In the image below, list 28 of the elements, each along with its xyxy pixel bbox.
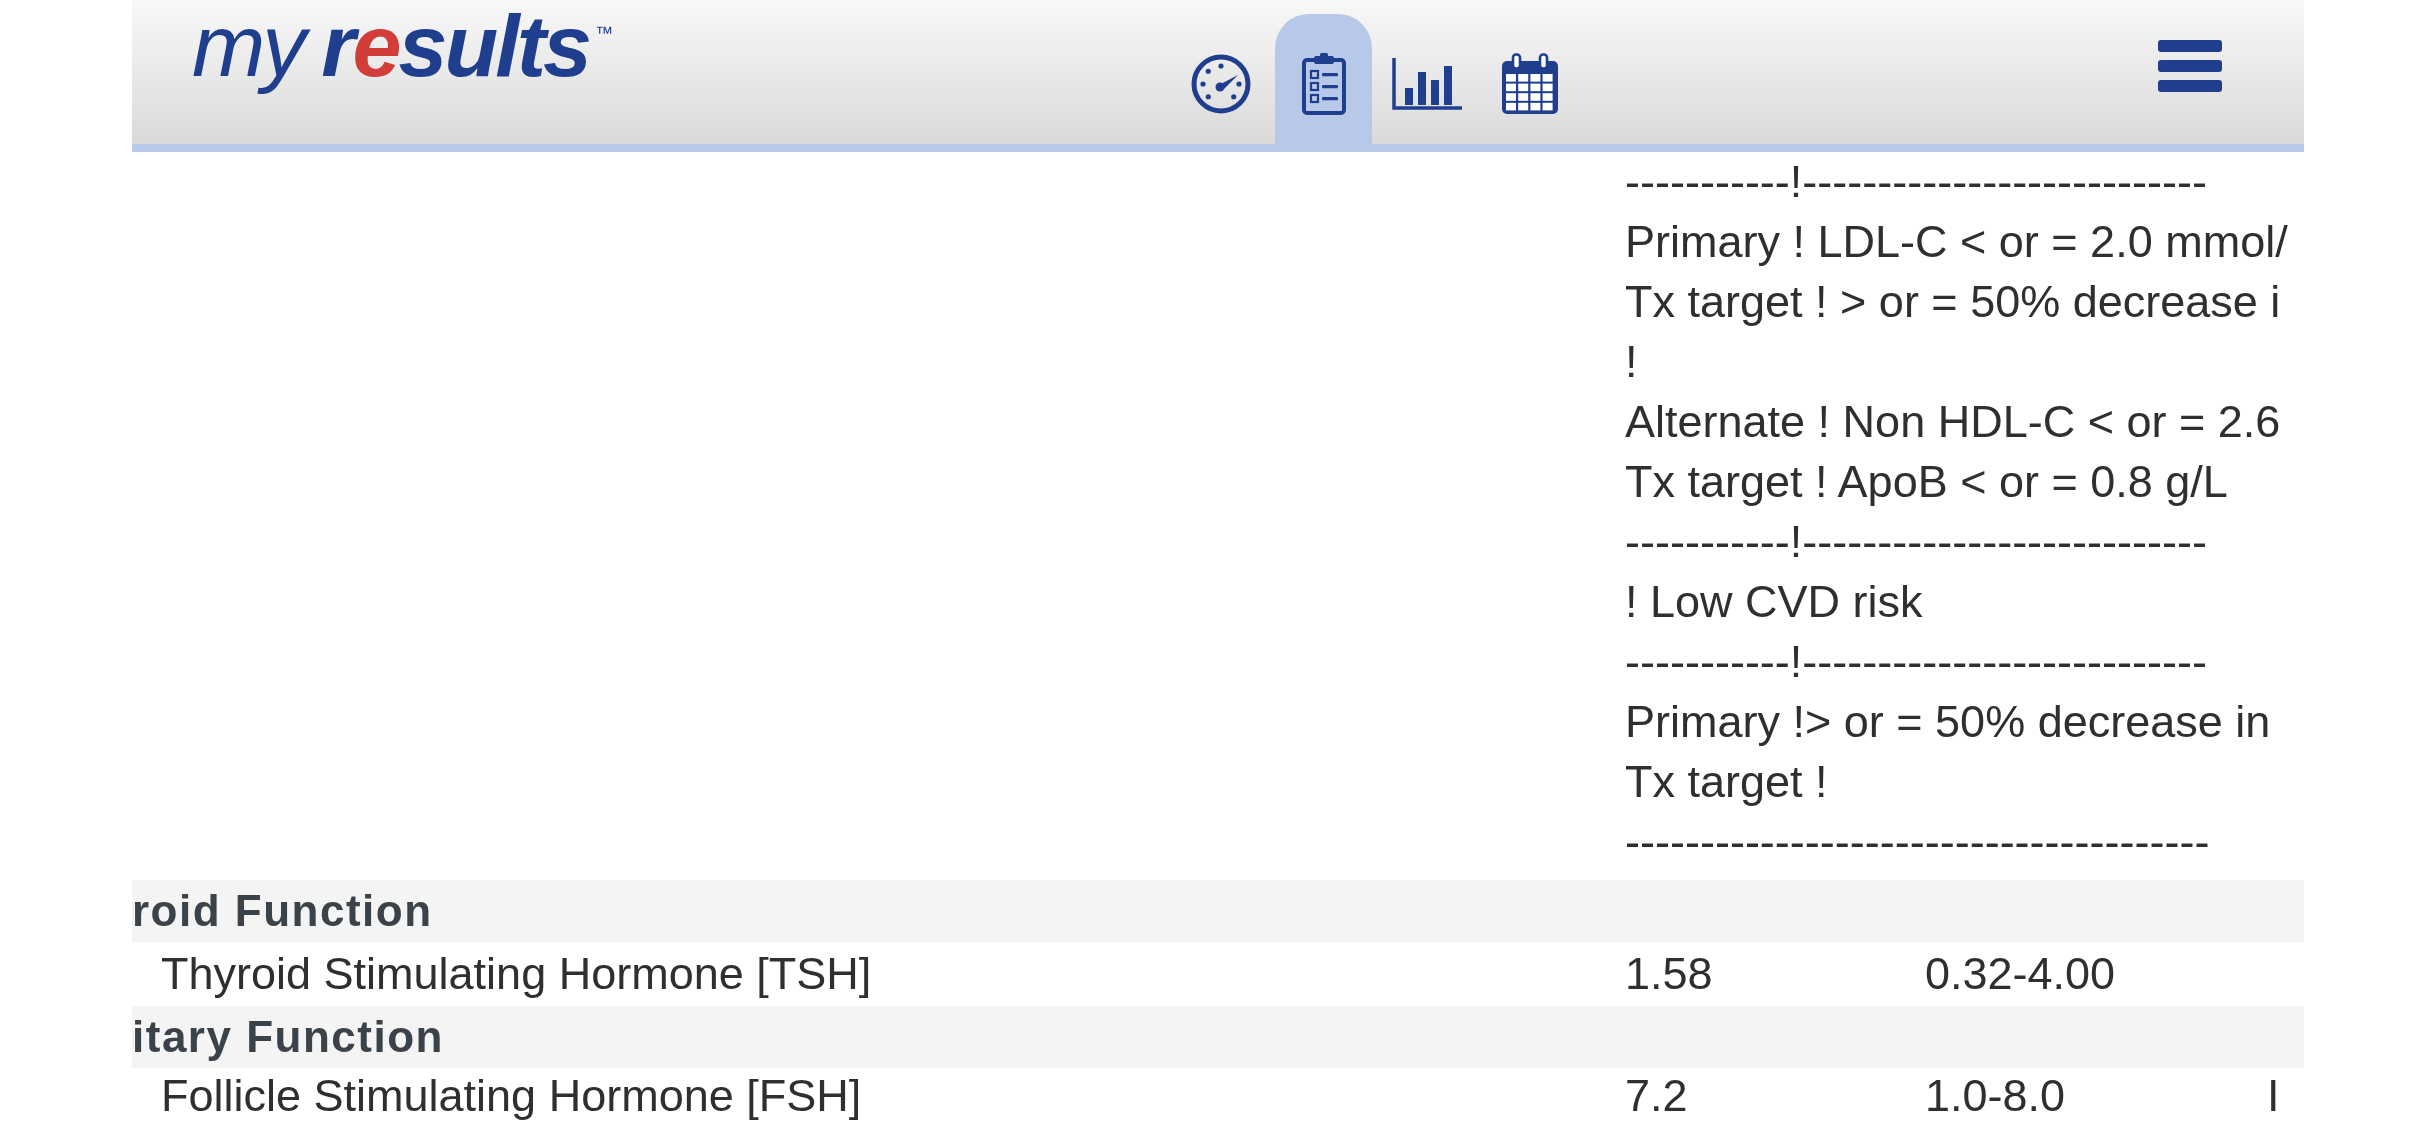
test-name: Thyroid Stimulating Hormone [TSH] <box>160 947 872 1001</box>
note-line: Primary ! LDL-C < or = 2.0 mmol/ <box>1625 215 2288 269</box>
range-text: 0.32-4.00 <box>1925 947 2116 1001</box>
menu-icon <box>2158 40 2222 92</box>
note-line: ! <box>1625 335 1638 389</box>
note-line: Tx target ! > or = 50% decrease i <box>1625 275 2281 329</box>
note-line: -----------!--------------------------- <box>1625 155 2207 209</box>
range-text: 1.0-8.0 <box>1925 1069 2066 1123</box>
test-name: Follicle Stimulating Hormone [FSH] <box>160 1069 862 1123</box>
menu-button[interactable] <box>2158 40 2222 92</box>
note-line: Tx target ! ApoB < or = 0.8 g/L <box>1625 455 2228 509</box>
note-line: -----------!--------------------------- <box>1625 635 2207 689</box>
bar-chart-icon <box>1391 58 1462 110</box>
note-line: ! Low CVD risk <box>1625 575 1923 629</box>
note-line: -----------!--------------------------- <box>1625 515 2207 569</box>
note-line: Alternate ! Non HDL-C < or = 2.6 <box>1625 395 2281 449</box>
clipboard-icon <box>1301 53 1346 115</box>
note-line: Primary !> or = 50% decrease in <box>1625 695 2271 749</box>
result-value: 1.58 <box>1625 947 1713 1001</box>
note-line: --------------------------------------- <box>1625 815 2210 869</box>
column-text: I <box>2267 1069 2280 1123</box>
result-value: 7.2 <box>1625 1069 1688 1123</box>
gauge-icon <box>1190 54 1251 114</box>
section-title: roid Function <box>132 884 433 937</box>
section-title: itary Function <box>132 1010 444 1063</box>
note-line: Tx target ! <box>1625 755 1828 809</box>
nav-tab[interactable] <box>1275 14 1372 144</box>
calendar-icon <box>1500 53 1559 115</box>
